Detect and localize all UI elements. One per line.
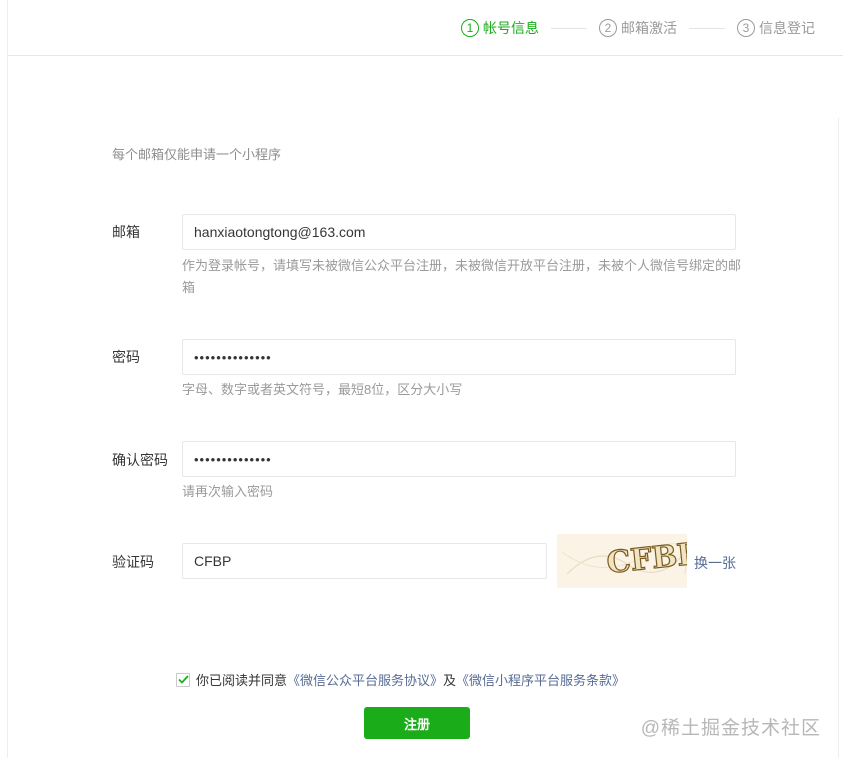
refresh-captcha-link[interactable]: 换一张	[694, 553, 736, 573]
step-email-activation: 2 邮箱激活	[599, 18, 677, 38]
step-number: 2	[599, 19, 617, 37]
agree-checkbox[interactable]	[176, 672, 190, 687]
confirm-password-field[interactable]	[194, 442, 735, 476]
confirm-password-hint: 请再次输入密码	[182, 484, 274, 499]
miniprogram-terms-link[interactable]: 《微信小程序平台服务条款》	[456, 670, 625, 689]
step-connector	[551, 27, 587, 29]
captcha-graphic: CFBP	[557, 534, 687, 588]
password-field[interactable]	[194, 340, 735, 374]
confirm-password-field-box	[182, 441, 736, 477]
confirm-password-label: 确认密码	[112, 452, 168, 468]
step-connector	[689, 27, 725, 29]
left-divider	[7, 0, 8, 758]
step-number: 3	[737, 19, 755, 37]
password-field-box	[182, 339, 736, 375]
password-hint: 字母、数字或者英文符号，最短8位，区分大小写	[182, 382, 463, 397]
step-account-info: 1 帐号信息	[461, 18, 539, 38]
step-label: 帐号信息	[483, 20, 539, 36]
captcha-field[interactable]	[194, 544, 546, 578]
email-field-box	[182, 214, 736, 250]
captcha-label: 验证码	[112, 554, 154, 570]
form-tip: 每个邮箱仅能申请一个小程序	[112, 147, 282, 162]
agreement-middle: 及	[443, 673, 457, 688]
step-label: 邮箱激活	[621, 20, 677, 36]
step-indicator: 1 帐号信息 2 邮箱激活 3 信息登记	[461, 16, 815, 40]
step-number: 1	[461, 19, 479, 37]
register-button[interactable]: 注册	[364, 707, 470, 739]
step-info-registration: 3 信息登记	[737, 18, 815, 38]
password-label: 密码	[112, 349, 140, 365]
email-hint: 作为登录帐号，请填写未被微信公众平台注册，未被微信开放平台注册，未被个人微信号绑…	[182, 258, 742, 295]
step-label: 信息登记	[759, 20, 815, 36]
captcha-image[interactable]: CFBP	[557, 534, 687, 588]
email-label: 邮箱	[112, 224, 140, 240]
email-field[interactable]	[194, 215, 735, 249]
header-divider	[8, 55, 843, 56]
service-agreement-link[interactable]: 《微信公众平台服务协议》	[287, 670, 443, 689]
watermark: @稀土掘金技术社区	[640, 718, 821, 739]
right-divider	[838, 118, 839, 758]
checkmark-icon	[177, 675, 189, 684]
register-page: 1 帐号信息 2 邮箱激活 3 信息登记 每个邮箱仅能申请一个小程序 邮箱 作为…	[0, 0, 843, 758]
agreement-prefix: 你已阅读并同意	[196, 673, 288, 688]
captcha-field-box	[182, 543, 547, 579]
agreement-row: 你已阅读并同意 《微信公众平台服务协议》 及 《微信小程序平台服务条款》	[176, 670, 625, 689]
